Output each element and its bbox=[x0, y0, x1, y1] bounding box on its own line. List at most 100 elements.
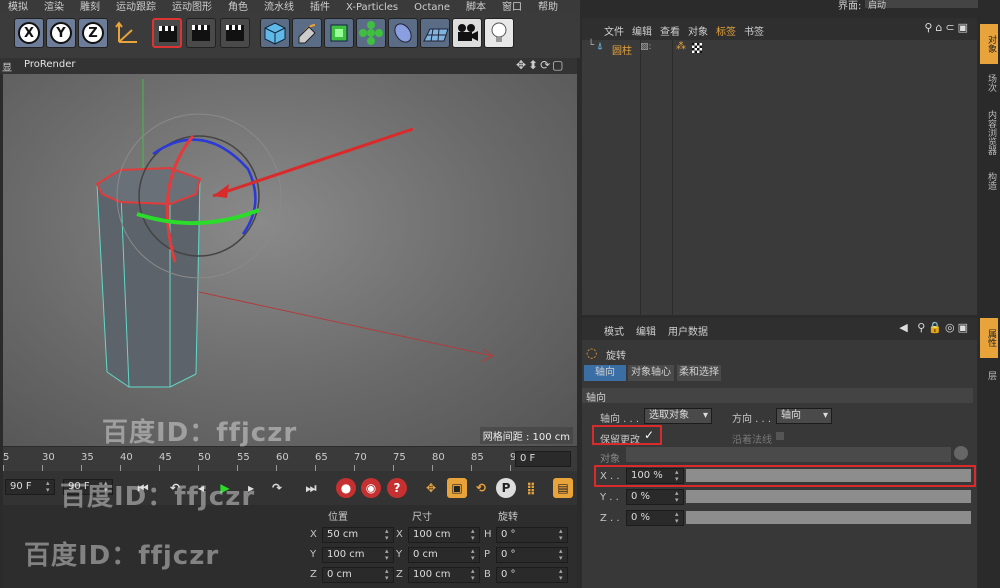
menu-item[interactable]: 脚本 bbox=[466, 3, 486, 13]
coord-value-field[interactable]: 100 cm bbox=[322, 547, 394, 563]
am-toolbar-icons[interactable]: ◀ ⚲🔒◎▣ bbox=[899, 321, 971, 334]
keyframe-selection-icon[interactable]: ? bbox=[387, 478, 407, 498]
coord-value-field[interactable]: 100 cm bbox=[408, 527, 480, 543]
y-strength-slider[interactable] bbox=[686, 490, 971, 503]
coord-axis-label: P bbox=[484, 549, 491, 560]
light-button[interactable] bbox=[484, 18, 514, 48]
next-key-icon[interactable]: ↷ bbox=[267, 478, 287, 498]
side-tab-objects[interactable]: 对象 bbox=[980, 24, 998, 64]
visibility-toggle-icon[interactable]: ▨: bbox=[640, 42, 652, 52]
cylinder-top-selected bbox=[95, 166, 202, 206]
camera-button[interactable] bbox=[452, 18, 482, 48]
z-strength-slider[interactable] bbox=[686, 511, 971, 524]
viewport-menu-prorender[interactable]: ProRender bbox=[24, 59, 75, 70]
menu-item[interactable]: 雕刻 bbox=[80, 3, 100, 13]
deformer-button[interactable] bbox=[388, 18, 418, 48]
viewport-3d[interactable]: 网格间距 : 100 cm bbox=[3, 74, 577, 446]
om-menu-item[interactable]: 书签 bbox=[744, 23, 764, 38]
key-position-icon[interactable]: ✥ bbox=[421, 478, 441, 498]
om-menu-item[interactable]: 对象 bbox=[688, 23, 708, 38]
axis-dropdown-value: 选取对象 bbox=[649, 410, 689, 421]
coord-value-field[interactable]: 0 ° bbox=[496, 527, 568, 543]
along-normal-checkbox[interactable] bbox=[776, 432, 784, 440]
attribute-tab[interactable]: 柔和选择 bbox=[677, 365, 721, 381]
floor-button[interactable] bbox=[420, 18, 450, 48]
auto-key-icon[interactable]: ◉ bbox=[361, 478, 381, 498]
render-settings-button[interactable] bbox=[220, 18, 250, 48]
coord-value-field[interactable]: 100 cm bbox=[408, 567, 480, 583]
render-picture-viewer-button[interactable] bbox=[186, 18, 216, 48]
cylinder-object-icon: ⍋ bbox=[597, 41, 603, 52]
layout-select[interactable]: 启动 bbox=[865, 0, 978, 11]
lock-x-button[interactable]: X bbox=[14, 18, 44, 48]
timeline-ruler[interactable]: 530354045505560657075808590 0 F bbox=[3, 447, 577, 471]
menu-item[interactable]: 模拟 bbox=[8, 3, 28, 13]
viewport-menu-display[interactable]: 显 bbox=[2, 59, 12, 74]
film-strip-icon[interactable]: ▤ bbox=[553, 478, 573, 498]
menu-item[interactable]: X-Particles bbox=[346, 3, 398, 13]
coord-value-field[interactable]: 50 cm bbox=[322, 527, 394, 543]
am-menu-item[interactable]: 用户数据 bbox=[668, 323, 708, 338]
menu-item[interactable]: Octane bbox=[414, 3, 450, 13]
coord-value-field[interactable]: 0 ° bbox=[496, 547, 568, 563]
key-pla-icon[interactable]: ⣿ bbox=[521, 478, 541, 498]
key-parameter-icon[interactable]: P bbox=[496, 478, 516, 498]
render-view-button[interactable] bbox=[152, 18, 182, 48]
pen-button[interactable] bbox=[292, 18, 322, 48]
am-menu-item[interactable]: 模式 bbox=[604, 323, 624, 338]
timeline-tick-label: 50 bbox=[198, 452, 211, 463]
menu-item[interactable]: 角色 bbox=[228, 3, 248, 13]
current-frame-field[interactable]: 0 F bbox=[515, 451, 571, 467]
cube-button[interactable] bbox=[260, 18, 290, 48]
checker-tag-icon[interactable] bbox=[692, 43, 702, 53]
start-frame-field[interactable]: 90 F bbox=[5, 479, 55, 495]
coordinate-system-button[interactable] bbox=[112, 18, 142, 48]
tag-icon[interactable]: ⁂ bbox=[676, 41, 686, 52]
menu-item[interactable]: 插件 bbox=[310, 3, 330, 13]
lock-y-button[interactable]: Y bbox=[46, 18, 76, 48]
axis-dropdown[interactable]: 选取对象 ▾ bbox=[644, 408, 712, 424]
highlight-x-strength bbox=[594, 465, 976, 487]
record-icon[interactable]: ● bbox=[336, 478, 356, 498]
coords-header-rotation: 旋转 bbox=[498, 512, 518, 523]
attribute-tab[interactable]: 对象轴心 bbox=[628, 365, 674, 381]
dropdown-arrow-icon: ▾ bbox=[702, 410, 708, 421]
menu-item[interactable]: 渲染 bbox=[44, 3, 64, 13]
y-strength-field[interactable]: 0 % bbox=[626, 489, 684, 505]
side-tab-attributes[interactable]: 属性 bbox=[980, 318, 998, 358]
array-button[interactable] bbox=[356, 18, 386, 48]
om-menu-item[interactable]: 查看 bbox=[660, 23, 680, 38]
side-tab-content-browser[interactable]: 内容浏览器 bbox=[980, 102, 998, 162]
generator-button[interactable] bbox=[324, 18, 354, 48]
om-toolbar-icons[interactable]: ⚲⌂⊂▣ bbox=[924, 21, 971, 34]
object-link-field[interactable] bbox=[626, 447, 951, 462]
object-name[interactable]: 圆柱 bbox=[612, 42, 632, 57]
side-tab-layers[interactable]: 层 bbox=[980, 362, 998, 388]
menu-item[interactable]: 运动跟踪 bbox=[116, 3, 156, 13]
attribute-tab[interactable]: 轴向 bbox=[584, 365, 626, 381]
om-menu-item[interactable]: 编辑 bbox=[632, 23, 652, 38]
z-strength-field[interactable]: 0 % bbox=[626, 510, 684, 526]
side-tab-takes[interactable]: 场次 bbox=[980, 68, 998, 98]
link-target-icon[interactable] bbox=[954, 446, 968, 460]
direction-dropdown[interactable]: 轴向 ▾ bbox=[776, 408, 832, 424]
coord-value-field[interactable]: 0 cm bbox=[408, 547, 480, 563]
om-menu-item[interactable]: 标签 bbox=[716, 23, 736, 38]
viewport-nav-icons[interactable]: ✥⬍⟳▢ bbox=[516, 58, 566, 72]
menu-item[interactable]: 流水线 bbox=[264, 3, 294, 13]
menu-item[interactable]: 窗口 bbox=[502, 3, 522, 13]
coord-value-field[interactable]: 0 cm bbox=[322, 567, 394, 583]
coord-axis-label: Y bbox=[396, 549, 403, 560]
object-row[interactable]: └ ⍋ 圆柱 ▨: ⁂ bbox=[582, 40, 977, 58]
side-tab-structure[interactable]: 构造 bbox=[980, 166, 998, 196]
coord-value-field[interactable]: 0 ° bbox=[496, 567, 568, 583]
key-rotation-icon[interactable]: ⟲ bbox=[471, 478, 491, 498]
om-menu-item[interactable]: 文件 bbox=[604, 23, 624, 38]
am-menu-item[interactable]: 编辑 bbox=[636, 323, 656, 338]
goto-end-icon[interactable]: ⏭ bbox=[301, 478, 321, 498]
lock-z-button[interactable]: Z bbox=[78, 18, 108, 48]
menu-item[interactable]: 帮助 bbox=[538, 3, 558, 13]
key-scale-icon[interactable]: ▣ bbox=[447, 478, 467, 498]
z-strength-label: Z . . bbox=[600, 513, 620, 524]
menu-item[interactable]: 运动图形 bbox=[172, 3, 212, 13]
